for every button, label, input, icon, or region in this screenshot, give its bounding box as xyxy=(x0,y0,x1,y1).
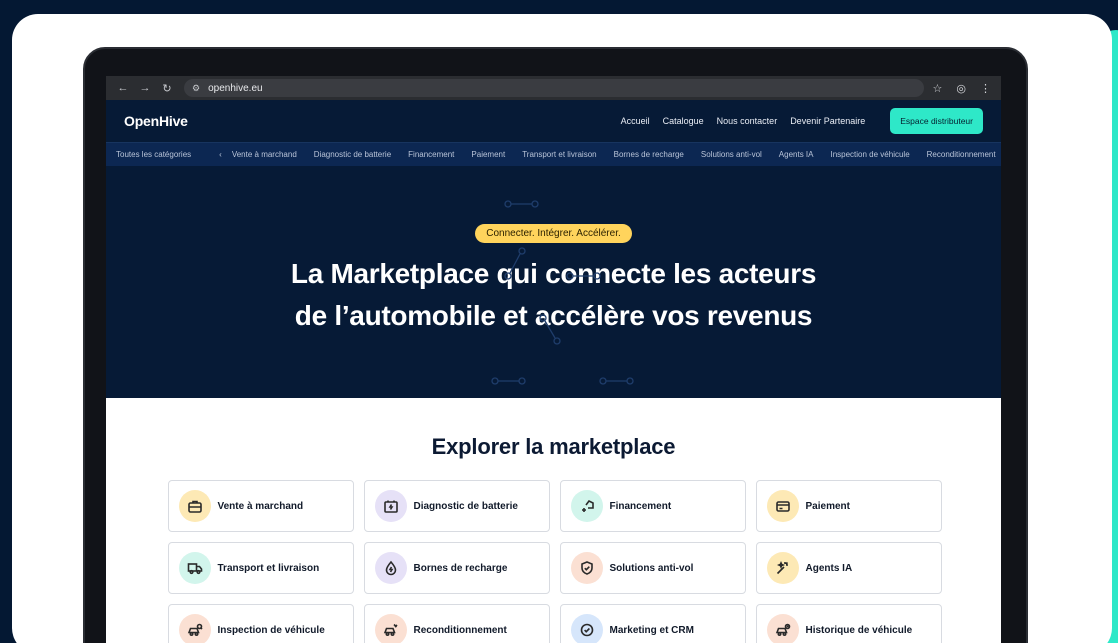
nav-link-partner[interactable]: Devenir Partenaire xyxy=(790,116,865,126)
tile-label: Financement xyxy=(609,500,672,512)
tile-vente-marchand[interactable]: Vente à marchand xyxy=(167,480,354,532)
check-badge-icon xyxy=(570,614,603,643)
tile-transport[interactable]: Transport et livraison xyxy=(167,542,354,594)
car-inspect-icon xyxy=(178,614,211,643)
site-logo[interactable]: OpenHive xyxy=(124,113,188,129)
tile-label: Reconditionnement xyxy=(413,624,507,636)
tile-label: Paiement xyxy=(805,500,850,512)
tile-paiement[interactable]: Paiement xyxy=(755,480,942,532)
category-item[interactable]: Diagnostic de batterie xyxy=(314,150,391,159)
category-strip: Toutes les catégories ‹ Vente à marchand… xyxy=(106,142,1001,166)
tile-historique[interactable]: Historique de véhicule xyxy=(755,604,942,643)
top-nav: Accueil Catalogue Nous contacter Devenir… xyxy=(621,108,983,134)
card-icon xyxy=(766,490,799,522)
forward-icon[interactable]: → xyxy=(134,82,156,94)
all-categories-link[interactable]: Toutes les catégories xyxy=(116,150,191,159)
chevron-left-icon[interactable]: ‹ xyxy=(219,150,222,159)
category-item[interactable]: Agents IA xyxy=(779,150,814,159)
tile-label: Diagnostic de batterie xyxy=(413,500,518,512)
tile-label: Transport et livraison xyxy=(217,562,320,574)
category-item[interactable]: Reconditionnement xyxy=(927,150,996,159)
tile-label: Vente à marchand xyxy=(217,500,304,512)
nav-link-catalogue[interactable]: Catalogue xyxy=(663,116,704,126)
tile-label: Agents IA xyxy=(805,562,853,574)
ai-icon xyxy=(766,552,799,584)
tile-label: Solutions anti-vol xyxy=(609,562,694,574)
tile-bornes-recharge[interactable]: Bornes de recharge xyxy=(363,542,550,594)
browser-toolbar: ← → ↻ ⚙ openhive.eu ☆ ◎ ⋮ xyxy=(106,76,1001,100)
explore-title: Explorer la marketplace xyxy=(431,434,676,459)
address-bar[interactable]: ⚙ openhive.eu xyxy=(184,79,924,97)
reload-icon[interactable]: ↻ xyxy=(156,82,178,95)
tile-diagnostic-batterie[interactable]: Diagnostic de batterie xyxy=(363,480,550,532)
bookmark-star-icon[interactable]: ☆ xyxy=(933,82,943,95)
tile-marketing-crm[interactable]: Marketing et CRM xyxy=(559,604,746,643)
car-repair-icon xyxy=(374,614,407,643)
shield-icon xyxy=(570,552,603,584)
truck-icon xyxy=(178,552,211,584)
battery-icon xyxy=(374,490,407,522)
category-item[interactable]: Financement xyxy=(408,150,454,159)
category-item[interactable]: Solutions anti-vol xyxy=(701,150,762,159)
finance-icon xyxy=(570,490,603,522)
tile-reconditionnement[interactable]: Reconditionnement xyxy=(363,604,550,643)
nav-link-contact[interactable]: Nous contacter xyxy=(717,116,778,126)
charge-icon xyxy=(374,552,407,584)
category-item[interactable]: Vente à marchand xyxy=(232,150,297,159)
tile-agents-ia[interactable]: Agents IA xyxy=(755,542,942,594)
explore-section: Explorer la marketplace Vente à marchand… xyxy=(106,398,1001,643)
tile-anti-vol[interactable]: Solutions anti-vol xyxy=(559,542,746,594)
briefcase-icon xyxy=(178,490,211,522)
category-item[interactable]: Bornes de recharge xyxy=(614,150,684,159)
distributor-space-button[interactable]: Espace distributeur xyxy=(890,108,983,134)
hero-section: Connecter. Intégrer. Accélérer. La Marke… xyxy=(106,166,1001,398)
category-item[interactable]: Paiement xyxy=(471,150,505,159)
category-item[interactable]: Transport et livraison xyxy=(522,150,596,159)
tile-label: Historique de véhicule xyxy=(805,624,913,636)
car-history-icon xyxy=(766,614,799,643)
nav-link-accueil[interactable]: Accueil xyxy=(621,116,650,126)
category-grid: Vente à marchand Diagnostic de batterie … xyxy=(167,480,942,643)
tile-label: Inspection de véhicule xyxy=(217,624,325,636)
tile-inspection[interactable]: Inspection de véhicule xyxy=(167,604,354,643)
url-text: openhive.eu xyxy=(208,82,263,94)
category-item[interactable]: Inspection de véhicule xyxy=(830,150,909,159)
tile-financement[interactable]: Financement xyxy=(559,480,746,532)
profile-icon[interactable]: ◎ xyxy=(956,82,966,95)
network-decoration-icon xyxy=(491,200,634,385)
tile-label: Marketing et CRM xyxy=(609,624,694,636)
site-header: OpenHive Accueil Catalogue Nous contacte… xyxy=(106,100,1001,142)
laptop-screen: ← → ↻ ⚙ openhive.eu ☆ ◎ ⋮ OpenHive Accue… xyxy=(106,76,1001,643)
tile-label: Bornes de recharge xyxy=(413,562,508,574)
site-settings-icon[interactable]: ⚙ xyxy=(192,83,200,94)
browser-menu-icon[interactable]: ⋮ xyxy=(980,82,991,95)
back-icon[interactable]: ← xyxy=(112,82,134,94)
